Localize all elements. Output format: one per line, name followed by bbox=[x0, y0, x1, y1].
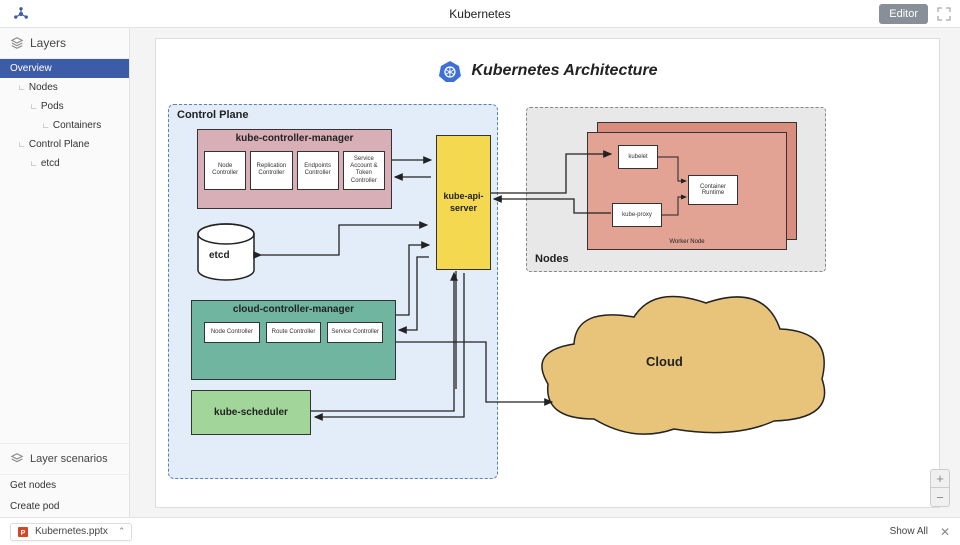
scenarios-header: Layer scenarios bbox=[0, 443, 129, 475]
control-plane-group: Control Plane kube-controller-manager No… bbox=[168, 104, 498, 479]
etcd-label: etcd bbox=[209, 250, 230, 261]
chevron-up-icon[interactable]: ⌃ bbox=[118, 526, 126, 537]
layers-tree: Overview ∟Nodes ∟Pods ∟Containers ∟Contr… bbox=[0, 59, 129, 173]
topbar: Kubernetes Editor bbox=[0, 0, 960, 28]
worker-node-label: Worker Node bbox=[669, 239, 704, 245]
kube-scheduler-box: kube-scheduler bbox=[191, 390, 311, 435]
tree-item-etcd[interactable]: ∟etcd bbox=[0, 154, 129, 173]
kcm-cell-endpoints: Endpoints Controller bbox=[297, 151, 339, 190]
main: Layers Overview ∟Nodes ∟Pods ∟Containers… bbox=[0, 28, 960, 517]
fullscreen-icon[interactable] bbox=[936, 6, 952, 22]
tree-item-overview[interactable]: Overview bbox=[0, 59, 129, 78]
tree-item-pods[interactable]: ∟Pods bbox=[0, 97, 129, 116]
worker-node-front: Worker Node kubelet kube-proxy Container… bbox=[587, 132, 787, 250]
container-runtime-box: Container Runtime bbox=[688, 175, 738, 205]
canvas-wrap[interactable]: Kubernetes Architecture Control Plane ku… bbox=[130, 28, 960, 517]
kube-api-server-box: kube-api-server bbox=[436, 135, 491, 270]
diagram-header: Kubernetes Architecture bbox=[437, 59, 657, 83]
zoom-control: + − bbox=[930, 469, 950, 507]
tree-item-nodes[interactable]: ∟Nodes bbox=[0, 78, 129, 97]
control-plane-label: Control Plane bbox=[177, 109, 249, 121]
nodes-label: Nodes bbox=[535, 253, 569, 265]
zoom-out-button[interactable]: − bbox=[931, 488, 949, 506]
kubelet-box: kubelet bbox=[618, 145, 658, 169]
cloud-controller-manager-box: cloud-controller-manager Node Controller… bbox=[191, 300, 396, 380]
close-icon[interactable]: ✕ bbox=[940, 525, 950, 539]
nodes-group: Nodes Worker Node kubelet kube-proxy Con… bbox=[526, 107, 826, 272]
layers-header: Layers bbox=[0, 28, 129, 59]
scenario-get-nodes[interactable]: Get nodes bbox=[0, 475, 129, 496]
app-logo-icon bbox=[12, 5, 30, 23]
layers-header-label: Layers bbox=[30, 36, 66, 50]
download-bar: P Kubernetes.pptx ⌃ Show All ✕ bbox=[0, 517, 960, 545]
layers-icon bbox=[10, 36, 24, 50]
zoom-in-button[interactable]: + bbox=[931, 470, 949, 488]
powerpoint-file-icon: P bbox=[17, 526, 29, 538]
tree-item-control-plane[interactable]: ∟Control Plane bbox=[0, 135, 129, 154]
tree-item-containers[interactable]: ∟Containers bbox=[0, 116, 129, 135]
cloud-shape-icon bbox=[534, 289, 834, 459]
show-all-button[interactable]: Show All bbox=[890, 526, 928, 537]
ccm-title: cloud-controller-manager bbox=[192, 301, 395, 318]
kcm-cell-node: Node Controller bbox=[204, 151, 246, 190]
kcm-cell-service-account: Service Account & Token Controller bbox=[343, 151, 385, 190]
ccm-cell-service: Service Controller bbox=[327, 322, 383, 343]
ccm-cell-route: Route Controller bbox=[266, 322, 322, 343]
download-item[interactable]: P Kubernetes.pptx ⌃ bbox=[10, 523, 132, 541]
cloud-label: Cloud bbox=[646, 354, 683, 369]
ccm-cell-node: Node Controller bbox=[204, 322, 260, 343]
scenario-create-pod[interactable]: Create pod bbox=[0, 496, 129, 517]
diagram-title: Kubernetes Architecture bbox=[471, 62, 657, 80]
scenarios-header-label: Layer scenarios bbox=[30, 453, 108, 465]
kubernetes-logo-icon bbox=[437, 59, 461, 83]
kube-proxy-box: kube-proxy bbox=[612, 203, 662, 227]
kcm-title: kube-controller-manager bbox=[198, 130, 391, 147]
scenarios-icon bbox=[10, 452, 24, 466]
kcm-cell-replication: Replication Controller bbox=[250, 151, 292, 190]
editor-button[interactable]: Editor bbox=[879, 4, 928, 24]
download-filename: Kubernetes.pptx bbox=[35, 526, 108, 537]
document-title: Kubernetes bbox=[449, 7, 510, 21]
diagram-canvas[interactable]: Kubernetes Architecture Control Plane ku… bbox=[155, 38, 940, 508]
sidebar: Layers Overview ∟Nodes ∟Pods ∟Containers… bbox=[0, 28, 130, 517]
svg-text:P: P bbox=[21, 530, 26, 537]
kube-controller-manager-box: kube-controller-manager Node Controller … bbox=[197, 129, 392, 209]
